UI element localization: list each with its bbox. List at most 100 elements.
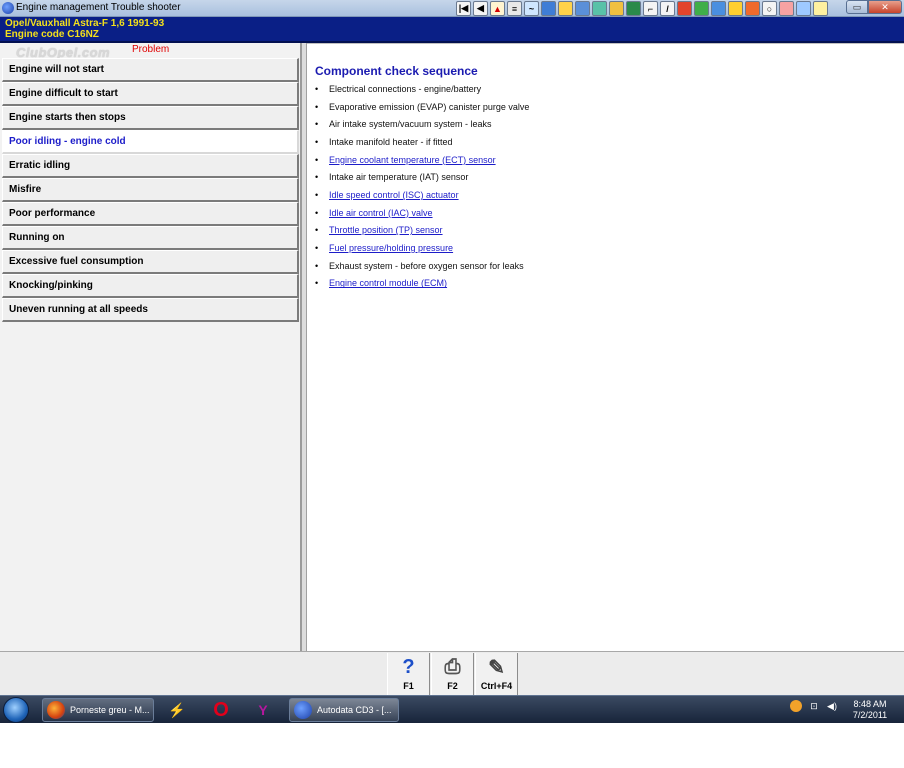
engine-icon[interactable] (592, 1, 607, 16)
fuse-icon[interactable] (677, 1, 692, 16)
window-controls: ▭ ✕ (846, 0, 902, 14)
network-icon[interactable] (779, 1, 794, 16)
vehicle-header: Opel/Vauxhall Astra-F 1,6 1991-93 Engine… (0, 17, 904, 43)
section-title: Component check sequence (315, 64, 478, 78)
vehicle-model: Opel/Vauxhall Astra-F 1,6 1991-93 (5, 18, 165, 29)
wrench-icon[interactable]: ⌐ (643, 1, 658, 16)
problem-heading: Problem (132, 44, 170, 55)
winamp-icon[interactable]: ⚡ (166, 699, 188, 721)
component-link[interactable]: Fuel pressure/holding pressure (329, 243, 453, 253)
problem-item[interactable]: Engine starts then stops (2, 106, 299, 130)
component-item: • Air intake system/vacuum system - leaks (315, 115, 529, 133)
system-tray: ⊡ ◀) (790, 700, 838, 712)
bullet-icon: • (315, 278, 319, 289)
taskbar-firefox-window[interactable]: Porneste greu - M... (42, 698, 154, 722)
problem-item[interactable]: Engine difficult to start (2, 82, 299, 106)
start-button[interactable] (3, 697, 29, 723)
screen: Engine management Trouble shooter |◀ ◀ ▲… (0, 0, 904, 768)
notes-button[interactable]: ✎ Ctrl+F4 (475, 653, 518, 695)
bullet-icon: • (315, 101, 319, 112)
function-bar: ? F1 ⎙ F2 ✎ Ctrl+F4 (0, 651, 904, 695)
problem-item[interactable]: Poor idling - engine cold (2, 130, 299, 154)
problem-item[interactable]: Excessive fuel consumption (2, 250, 299, 274)
graph-icon[interactable]: ~ (524, 1, 539, 16)
gauge-icon[interactable] (575, 1, 590, 16)
problem-item[interactable]: Uneven running at all speeds (2, 298, 299, 322)
help-key-label: F1 (403, 681, 414, 691)
component-panel: Component check sequence • Electrical con… (307, 43, 904, 651)
bullet-icon: • (315, 207, 319, 218)
help-button[interactable]: ? F1 (387, 653, 430, 695)
component-check-list: • Electrical connections - engine/battery… (315, 80, 529, 292)
window-title: Engine management Trouble shooter (16, 2, 181, 13)
clock-time: 8:48 AM (853, 699, 887, 709)
close-icon[interactable]: ✕ (868, 0, 902, 14)
component-item: • Evaporative emission (EVAP) canister pu… (315, 98, 529, 116)
exit-icon[interactable] (796, 1, 811, 16)
checklist-icon[interactable] (694, 1, 709, 16)
restore-icon[interactable]: ▭ (846, 0, 868, 14)
engine-code: Engine code C16NZ (5, 29, 99, 40)
problem-list: Engine will not start Engine difficult to… (2, 58, 299, 322)
bullet-icon: • (315, 189, 319, 200)
pen-icon[interactable]: / (660, 1, 675, 16)
battery-icon[interactable] (626, 1, 641, 16)
problem-item[interactable]: Engine will not start (2, 58, 299, 82)
problem-item[interactable]: Erratic idling (2, 154, 299, 178)
component-link[interactable]: Idle speed control (ISC) actuator (329, 190, 459, 200)
component-item: • Exhaust system - before oxygen sensor f… (315, 257, 529, 275)
app-icon (2, 2, 14, 14)
component-label: Evaporative emission (EVAP) canister pur… (329, 101, 530, 112)
tray-app-icon[interactable] (790, 700, 802, 712)
component-link[interactable]: Engine coolant temperature (ECT) sensor (329, 155, 496, 165)
component-link-item[interactable]: • Engine coolant temperature (ECT) sensor (315, 151, 529, 169)
help-question-icon: ? (402, 655, 415, 678)
component-label: Intake manifold heater - if fitted (329, 136, 453, 147)
yahoo-messenger-icon[interactable]: Y (252, 699, 274, 721)
notes-icon[interactable] (813, 1, 828, 16)
component-link-item[interactable]: • Fuel pressure/holding pressure (315, 239, 529, 257)
problem-item[interactable]: Knocking/pinking (2, 274, 299, 298)
book-icon[interactable] (541, 1, 556, 16)
component-link[interactable]: Throttle position (TP) sensor (329, 225, 443, 235)
bulb-icon[interactable]: ○ (762, 1, 777, 16)
volume-icon[interactable]: ◀) (826, 700, 838, 712)
service-icon[interactable] (728, 1, 743, 16)
component-link[interactable]: Engine control module (ECM) (329, 278, 447, 288)
clock[interactable]: 8:48 AM 7/2/2011 (848, 699, 892, 721)
problem-panel: ClubOpel.com Problem Engine will not sta… (0, 43, 302, 651)
toolbar: |◀ ◀ ▲ ≡ ~ ⌐ / ○ (456, 1, 828, 16)
notepad-icon: ✎ (488, 656, 505, 679)
network-icon[interactable]: ⊡ (808, 700, 820, 712)
bullet-icon: • (315, 136, 319, 147)
component-link-item[interactable]: • Throttle position (TP) sensor (315, 222, 529, 240)
component-link-item[interactable]: • Idle air control (IAC) valve (315, 204, 529, 222)
warning-icon[interactable]: ▲ (490, 1, 505, 16)
car-icon[interactable] (711, 1, 726, 16)
component-link[interactable]: Idle air control (IAC) valve (329, 208, 433, 218)
component-item: • Intake air temperature (IAT) sensor (315, 168, 529, 186)
component-link-item[interactable]: • Idle speed control (ISC) actuator (315, 186, 529, 204)
bullet-icon: • (315, 119, 319, 130)
schedule-icon[interactable] (745, 1, 760, 16)
problem-item[interactable]: Misfire (2, 178, 299, 202)
document-icon[interactable]: ≡ (507, 1, 522, 16)
print-button[interactable]: ⎙ F2 (431, 653, 474, 695)
chart-icon[interactable] (609, 1, 624, 16)
notes-key-label: Ctrl+F4 (480, 681, 513, 691)
first-record-icon[interactable]: |◀ (456, 1, 471, 16)
problem-item[interactable]: Poor performance (2, 202, 299, 226)
bullet-icon: • (315, 243, 319, 254)
opera-icon[interactable]: O (210, 699, 232, 721)
tools-icon[interactable] (558, 1, 573, 16)
component-link-item[interactable]: • Engine control module (ECM) (315, 275, 529, 293)
component-label: Air intake system/vacuum system - leaks (329, 119, 492, 130)
previous-icon[interactable]: ◀ (473, 1, 488, 16)
taskbar-task-label: Porneste greu - M... (70, 705, 150, 715)
window-title-bar[interactable]: Engine management Trouble shooter |◀ ◀ ▲… (0, 0, 904, 17)
taskbar-autodata-window[interactable]: Autodata CD3 - [... (289, 698, 399, 722)
problem-item[interactable]: Running on (2, 226, 299, 250)
component-item: • Electrical connections - engine/battery (315, 80, 529, 98)
bullet-icon: • (315, 154, 319, 165)
component-item: • Intake manifold heater - if fitted (315, 133, 529, 151)
